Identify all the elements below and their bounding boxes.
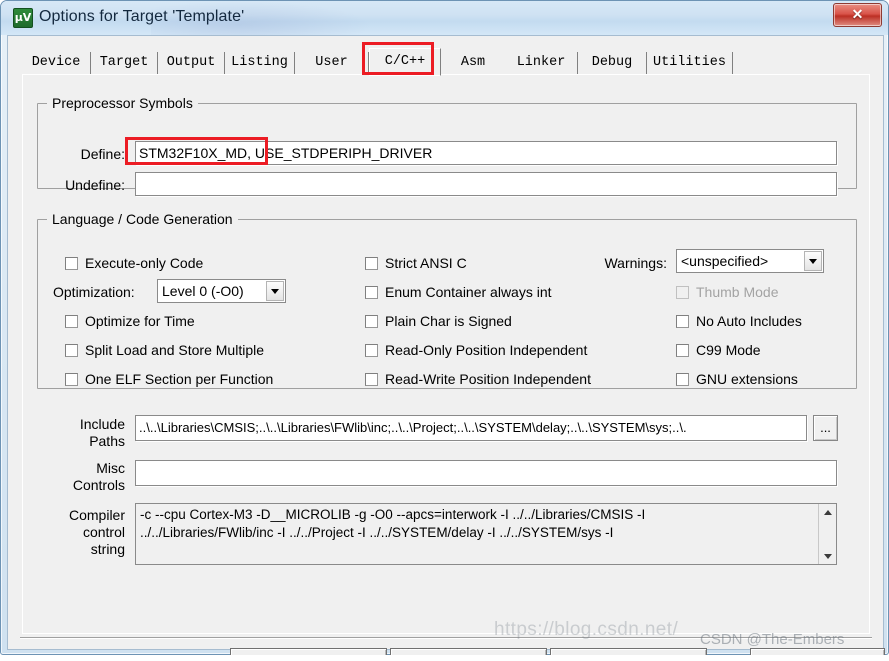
checkbox-label: Optimize for Time [85, 313, 195, 329]
c-cpp-tab-page: Preprocessor Symbols Define: STM32F10X_M… [22, 74, 870, 634]
warnings-dropdown-button[interactable] [804, 251, 822, 271]
undefine-input[interactable] [135, 172, 837, 196]
tab-linker[interactable]: Linker [505, 52, 578, 74]
checkbox-label: Strict ANSI C [385, 255, 467, 271]
optimization-dropdown-button[interactable] [266, 281, 284, 301]
tab-asm[interactable]: Asm [441, 52, 505, 74]
checkbox-box [65, 257, 78, 270]
screenshot-root: µV Options for Target 'Template' ✕ Devic… [0, 0, 889, 661]
checkbox-box [365, 344, 378, 357]
checkbox-box [676, 315, 689, 328]
tab-device[interactable]: Device [22, 52, 91, 74]
checkbox-label: Enum Container always int [385, 284, 552, 300]
tab-listing[interactable]: Listing [225, 52, 295, 74]
checkbox-label: One ELF Section per Function [85, 371, 274, 387]
checkbox-label: Split Load and Store Multiple [85, 342, 264, 358]
checkbox-label: C99 Mode [696, 342, 761, 358]
checkbox-box [65, 315, 78, 328]
compiler-control-label-line3: string [90, 541, 125, 557]
tab-bar: Device Target Output Listing User C/C++ … [22, 48, 870, 76]
preprocessor-symbols-title: Preprocessor Symbols [47, 95, 198, 111]
options-dialog-window: µV Options for Target 'Template' ✕ Devic… [0, 0, 889, 661]
tab-c-cpp[interactable]: C/C++ [369, 48, 441, 76]
triangle-up-icon [823, 509, 832, 515]
checkbox-label: Thumb Mode [696, 284, 779, 300]
scroll-down-icon[interactable] [819, 547, 836, 564]
language-code-generation-group: Language / Code Generation [37, 211, 857, 389]
undefine-label: Undefine: [65, 177, 125, 193]
close-icon[interactable]: ✕ [833, 3, 882, 27]
checkbox-box [676, 286, 689, 299]
scroll-up-icon[interactable] [819, 504, 836, 521]
optimization-select[interactable]: Level 0 (-O0) [157, 279, 286, 303]
misc-controls-input[interactable] [135, 460, 837, 486]
checkbox-box [365, 286, 378, 299]
dialog-client-area: Device Target Output Listing User C/C++ … [7, 35, 885, 661]
tab-utilities[interactable]: Utilities [647, 52, 733, 74]
checkbox-box [676, 373, 689, 386]
define-input[interactable]: STM32F10X_MD, USE_STDPERIPH_DRIVER [135, 141, 837, 165]
compiler-control-string-box[interactable]: -c --cpu Cortex-M3 -D__MICROLIB -g -O0 -… [135, 503, 837, 565]
tab-debug[interactable]: Debug [578, 52, 647, 74]
optimization-label: Optimization: [53, 284, 135, 300]
title-bar: µV Options for Target 'Template' ✕ [1, 1, 888, 41]
checkbox-label: Execute-only Code [85, 255, 204, 271]
chevron-down-icon [271, 289, 279, 294]
checkbox-box [365, 373, 378, 386]
warnings-select[interactable]: <unspecified> [676, 249, 824, 273]
include-paths-browse-button[interactable]: ... [813, 415, 838, 441]
include-paths-input[interactable]: ..\..\Libraries\CMSIS;..\..\Libraries\FW… [135, 415, 807, 441]
checkbox-box [65, 373, 78, 386]
tab-output[interactable]: Output [158, 52, 225, 74]
compiler-control-line-1: -c --cpu Cortex-M3 -D__MICROLIB -g -O0 -… [140, 507, 646, 522]
checkbox-box [65, 344, 78, 357]
page-bottom-strip [0, 655, 889, 661]
compiler-control-line-2: ../../Libraries/FWlib/inc -I ../../Proje… [140, 525, 614, 540]
include-paths-label-line1: Include [79, 416, 125, 432]
tab-target[interactable]: Target [91, 52, 158, 74]
keil-uvision-icon: µV [13, 8, 33, 28]
compiler-control-scrollbar[interactable] [818, 504, 836, 564]
tab-user[interactable]: User [295, 52, 369, 74]
checkbox-label: Read-Write Position Independent [385, 371, 591, 387]
warnings-value: <unspecified> [681, 253, 769, 269]
optimization-value: Level 0 (-O0) [162, 283, 244, 299]
compiler-control-label-line2: control [82, 524, 125, 540]
include-paths-label-line2: Paths [89, 433, 125, 449]
triangle-down-icon [823, 553, 832, 559]
compiler-control-label-line1: Compiler [68, 507, 125, 523]
checkbox-box [676, 344, 689, 357]
window-title: Options for Target 'Template' [39, 8, 245, 25]
checkbox-label: No Auto Includes [696, 313, 802, 329]
checkbox-box [365, 257, 378, 270]
checkbox-label: Plain Char is Signed [385, 313, 512, 329]
chevron-down-icon [809, 259, 817, 264]
checkbox-label: GNU extensions [696, 371, 798, 387]
checkbox-box [365, 315, 378, 328]
button-separator [20, 637, 872, 639]
misc-controls-label-line2: Controls [72, 477, 125, 493]
checkbox-label: Read-Only Position Independent [385, 342, 588, 358]
language-code-generation-title: Language / Code Generation [47, 211, 238, 227]
misc-controls-label-line1: Misc [96, 460, 125, 476]
warnings-label: Warnings: [604, 255, 667, 271]
define-label: Define: [80, 146, 125, 162]
